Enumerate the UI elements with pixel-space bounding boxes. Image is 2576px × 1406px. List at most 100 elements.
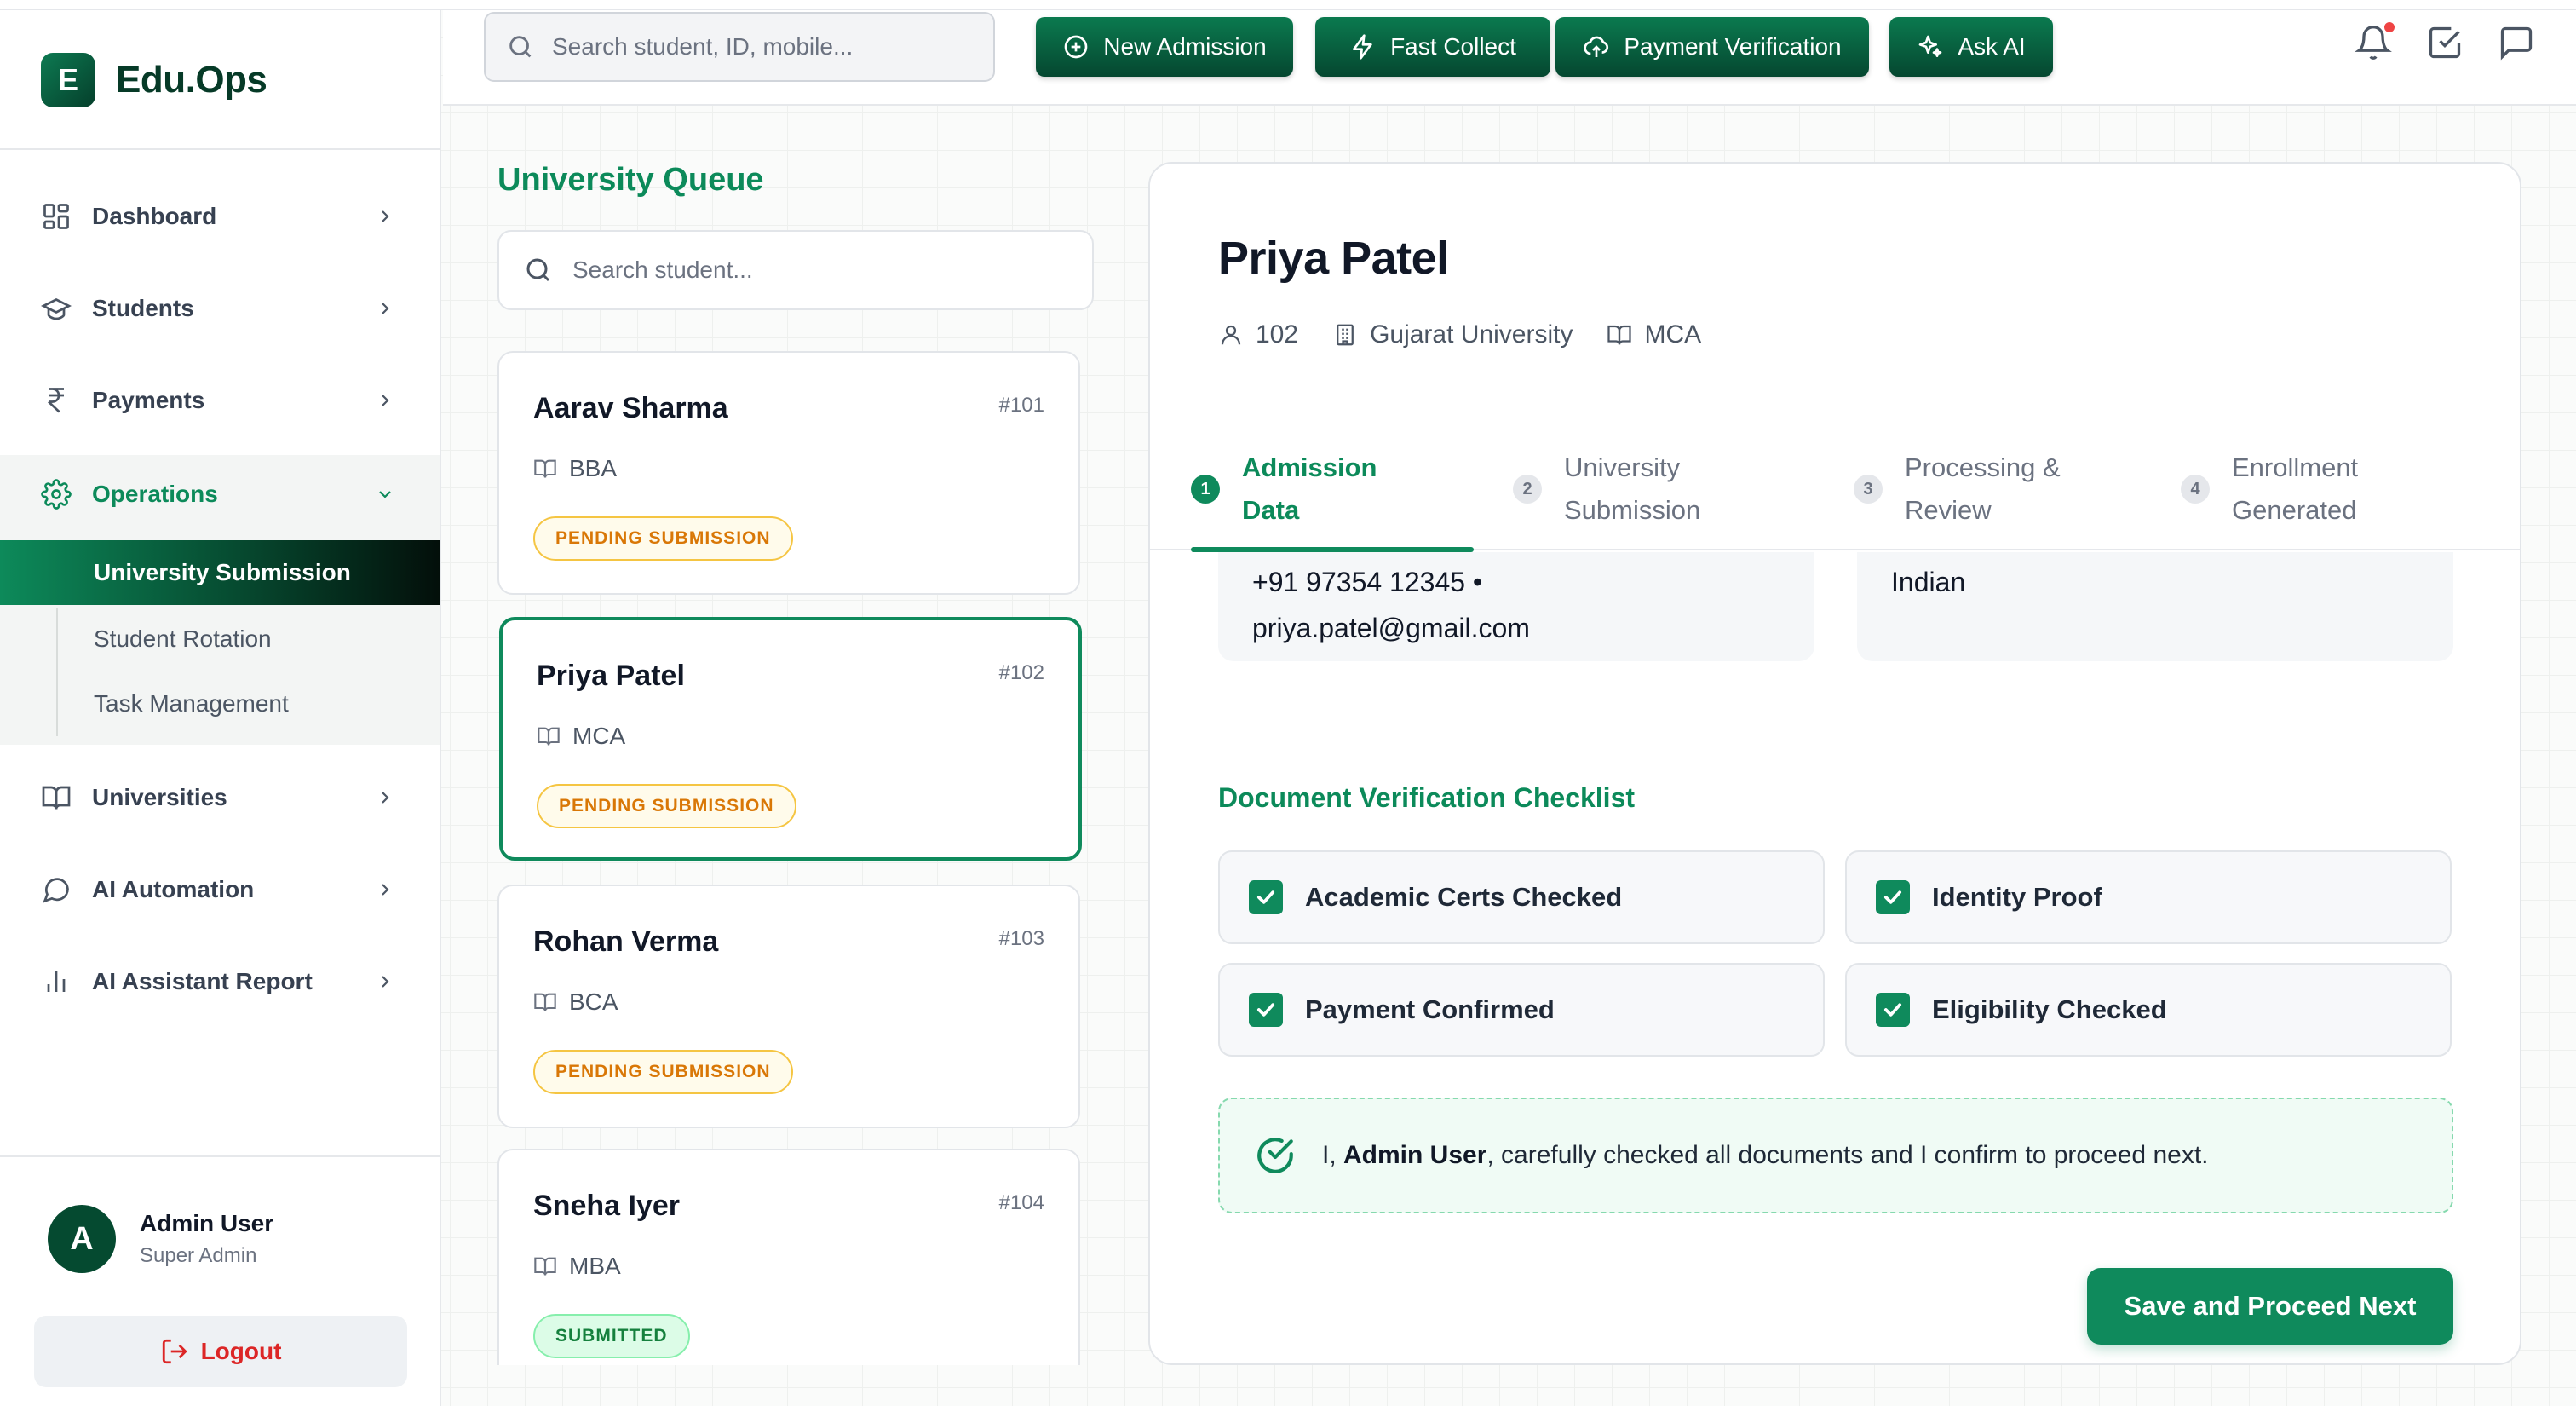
queue-title: University Queue — [497, 162, 764, 198]
check-icon — [1256, 1003, 1275, 1017]
avatar: A — [48, 1205, 116, 1273]
queue-card[interactable]: Aarav Sharma #101 BBA PENDING SUBMISSION — [497, 351, 1080, 595]
stepper: 1 Admission Data 2 University Submission… — [1150, 428, 2520, 552]
queue-card[interactable]: Rohan Verma #103 BCA PENDING SUBMISSION — [497, 885, 1080, 1128]
checklist-item-payment-confirmed[interactable]: Payment Confirmed — [1218, 963, 1825, 1057]
sidebar-item-dashboard[interactable]: Dashboard — [0, 182, 440, 251]
status-badge: PENDING SUBMISSION — [537, 784, 796, 828]
sidebar: E Edu.Ops Dashboard Students Payments Op… — [0, 0, 441, 1406]
student-detail-panel: Priya Patel 102 Gujarat University MCA 1… — [1148, 162, 2521, 1365]
chevron-right-icon — [382, 976, 389, 988]
sidebar-item-students[interactable]: Students — [0, 274, 440, 343]
queue-card[interactable]: Sneha Iyer #104 MBA SUBMITTED — [497, 1149, 1080, 1365]
checklist-label: Academic Certs Checked — [1305, 882, 1623, 912]
sidebar-item-ai-assistant-report[interactable]: AI Assistant Report — [0, 948, 440, 1016]
course-label: MBA — [569, 1253, 621, 1279]
checklist-item-academic-certs[interactable]: Academic Certs Checked — [1218, 850, 1825, 944]
gear-icon — [41, 479, 72, 510]
ask-ai-button[interactable]: Ask AI — [1889, 17, 2053, 77]
queue-search-input[interactable] — [572, 256, 1067, 284]
step-processing-review[interactable]: 3 Processing & Review — [1854, 428, 2061, 550]
book-open-icon — [534, 1257, 556, 1276]
fast-collect-button[interactable]: Fast Collect — [1315, 17, 1550, 77]
cloud-upload-icon — [1584, 36, 1609, 57]
step-number: 4 — [2181, 475, 2210, 504]
checklist-title: Document Verification Checklist — [1218, 782, 1636, 813]
checkbox-checked[interactable] — [1249, 993, 1283, 1027]
checkbox-checked[interactable] — [1876, 993, 1910, 1027]
logout-button[interactable]: Logout — [34, 1316, 407, 1387]
sidebar-divider — [0, 148, 440, 150]
new-admission-button[interactable]: New Admission — [1036, 17, 1293, 77]
checklist-item-eligibility[interactable]: Eligibility Checked — [1845, 963, 2452, 1057]
book-open-icon — [534, 993, 556, 1011]
check-icon — [1883, 1003, 1902, 1017]
meta-university: Gujarat University — [1332, 320, 1573, 349]
global-search[interactable] — [484, 12, 995, 82]
queue-search[interactable] — [497, 230, 1094, 310]
sidebar-subitem-university-submission[interactable]: University Submission — [0, 540, 440, 605]
sidebar-item-operations[interactable]: Operations — [0, 460, 440, 528]
status-badge: PENDING SUBMISSION — [533, 516, 793, 561]
sidebar-subitem-task-management[interactable]: Task Management — [0, 671, 440, 736]
sidebar-divider — [0, 1155, 440, 1157]
sidebar-item-ai-automation[interactable]: AI Automation — [0, 856, 440, 924]
queue-card-selected[interactable]: Priya Patel #102 MCA PENDING SUBMISSION — [499, 617, 1082, 861]
search-icon — [526, 258, 550, 282]
message-circle-icon — [43, 878, 69, 903]
step-admission-data[interactable]: 1 Admission Data — [1191, 428, 1377, 550]
chevron-right-icon — [382, 792, 389, 804]
sidebar-subitem-student-rotation[interactable]: Student Rotation — [0, 607, 440, 671]
chevron-right-icon — [382, 303, 389, 314]
course-label: BBA — [569, 455, 618, 481]
confirmation-box: I, Admin User, carefully checked all doc… — [1218, 1098, 2453, 1213]
student-course: MBA — [533, 1253, 621, 1280]
step-label: University Submission — [1564, 452, 1701, 525]
payment-verification-label: Payment Verification — [1624, 33, 1842, 60]
payment-verification-button[interactable]: Payment Verification — [1555, 17, 1869, 77]
student-name: Aarav Sharma — [533, 392, 728, 424]
user-name: Admin User — [140, 1210, 274, 1236]
rupee-icon — [48, 388, 64, 413]
student-id: #102 — [998, 661, 1044, 684]
student-name: Sneha Iyer — [533, 1190, 680, 1222]
brand-name: Edu.Ops — [116, 59, 267, 101]
sidebar-item-universities[interactable]: Universities — [0, 764, 440, 832]
step-university-submission[interactable]: 2 University Submission — [1513, 428, 1700, 550]
course-label: MCA — [572, 723, 626, 749]
student-id: #101 — [998, 394, 1044, 417]
student-course: BCA — [533, 988, 618, 1016]
status-badge: SUBMITTED — [533, 1314, 690, 1358]
nationality-box: Indian — [1857, 552, 2453, 661]
sidebar-item-payments[interactable]: Payments — [0, 366, 440, 435]
confirm-suffix: , carefully checked all documents and I … — [1486, 1141, 2209, 1169]
notification-dot — [2383, 20, 2396, 34]
save-and-proceed-button[interactable]: Save and Proceed Next — [2087, 1268, 2453, 1345]
check-icon — [1256, 890, 1275, 904]
nationality-value: Indian — [1891, 567, 1966, 597]
checkbox-checked[interactable] — [1876, 880, 1910, 914]
checklist-label: Eligibility Checked — [1932, 994, 2167, 1024]
user-profile[interactable]: A Admin User Super Admin — [48, 1205, 273, 1273]
sidebar-item-label: Payments — [92, 387, 205, 413]
course-label: BCA — [569, 988, 618, 1015]
brand[interactable]: E Edu.Ops — [41, 53, 267, 107]
step-enrollment-generated[interactable]: 4 Enrollment Generated — [2181, 428, 2358, 550]
logout-label: Logout — [200, 1338, 282, 1364]
student-id: #103 — [998, 927, 1044, 950]
book-open-icon — [538, 727, 560, 746]
meta-student-id: 102 — [1218, 320, 1298, 349]
checklist-label: Payment Confirmed — [1305, 994, 1555, 1024]
meta-course: MCA — [1607, 320, 1701, 349]
chat-icon[interactable] — [2498, 24, 2535, 61]
chevron-down-icon — [379, 491, 391, 498]
step-number: 3 — [1854, 475, 1883, 504]
checkbox-checked[interactable] — [1249, 880, 1283, 914]
meta-university-value: Gujarat University — [1370, 320, 1573, 349]
checkbox-tasks-icon[interactable] — [2426, 24, 2464, 61]
step-number: 2 — [1513, 475, 1542, 504]
checklist-item-identity-proof[interactable]: Identity Proof — [1845, 850, 2452, 944]
contact-phone: +91 97354 12345 • — [1252, 567, 1483, 597]
meta-course-value: MCA — [1644, 320, 1702, 349]
global-search-input[interactable] — [552, 33, 978, 61]
